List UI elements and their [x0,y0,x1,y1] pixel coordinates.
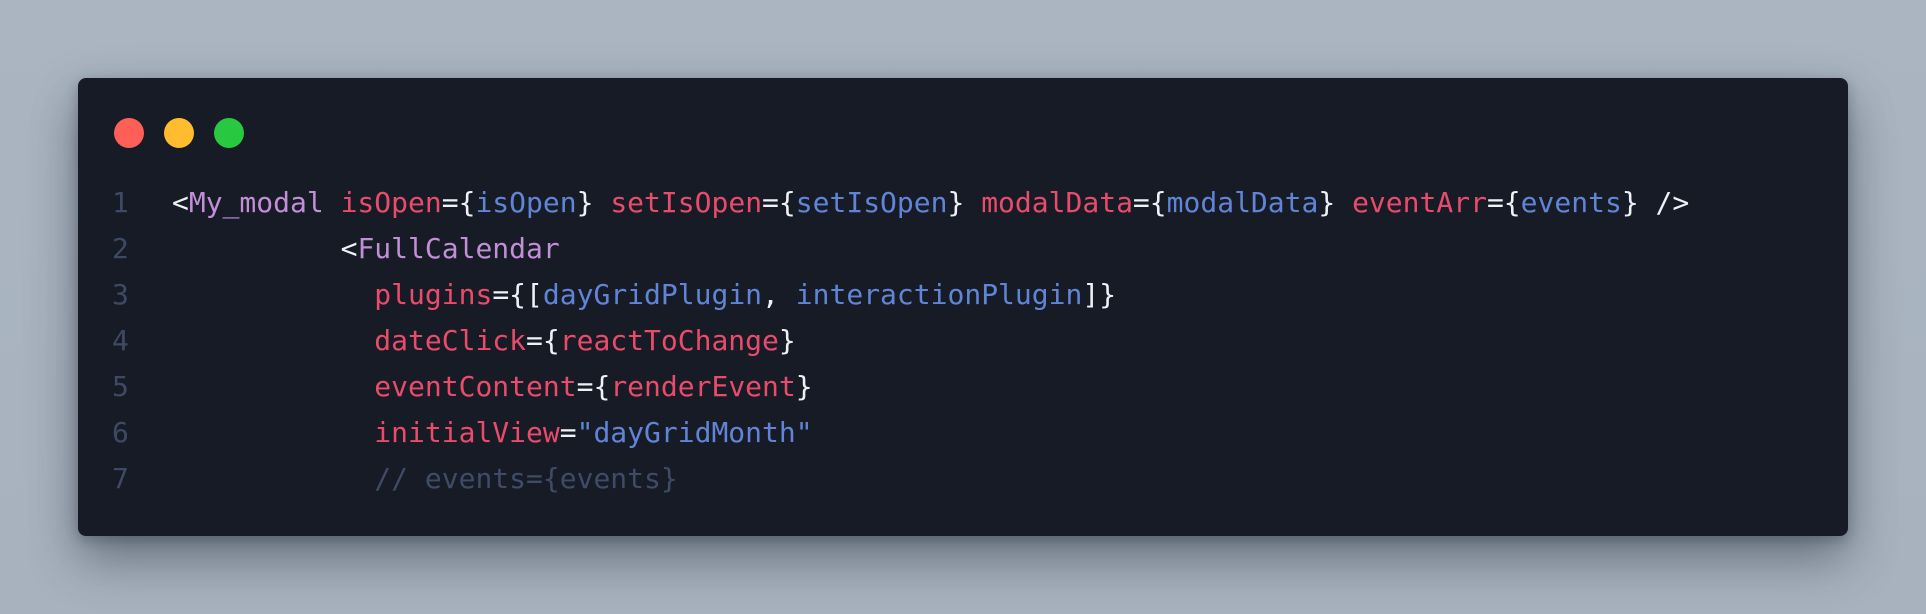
line-number: 2 [112,232,129,265]
code-line[interactable]: 6 initialView="dayGridMonth" [78,410,1848,456]
code-token-punct: < [172,232,358,265]
code-token-punct [324,186,341,219]
window-controls [114,118,264,148]
code-token-punct: = [559,416,577,449]
code-token-attr: dateClick [374,324,527,357]
code-line[interactable]: 5 eventContent={renderEvent} [78,364,1848,410]
code-token-punct: ={ [441,186,476,219]
code-line[interactable]: 2 <FullCalendar [78,226,1848,272]
code-token-attr: setIsOpen [610,186,763,219]
code-line[interactable]: 3 plugins={[dayGridPlugin, interactionPl… [78,272,1848,318]
code-token-punct: ={ [1132,186,1167,219]
code-token-expr: dayGridPlugin [542,278,763,311]
code-token-punct [172,370,374,403]
code-line[interactable]: 7 // events={events} [78,456,1848,502]
code-line[interactable]: 4 dateClick={reactToChange} [78,318,1848,364]
line-number: 4 [112,324,129,357]
code-token-attr: reactToChange [559,324,779,357]
code-token-attr: eventContent [374,370,577,403]
code-token-punct: < [172,186,189,219]
code-line-content[interactable]: <My_modal isOpen={isOpen} setIsOpen={set… [170,180,1689,226]
code-token-punct [172,278,374,311]
code-token-punct: ={ [1486,186,1521,219]
minimize-dot-icon[interactable] [164,118,194,148]
code-window: 1 <My_modal isOpen={isOpen} setIsOpen={se… [78,78,1848,536]
code-token-comment: // events={events} [374,462,678,495]
close-dot-icon[interactable] [114,118,144,148]
code-token-expr: isOpen [475,186,577,219]
code-token-punct: , [762,278,796,311]
code-token-attr: modalData [981,186,1133,219]
code-token-punct: ]} [1082,278,1117,311]
code-token-punct: ={ [762,186,796,219]
code-line-content[interactable]: <FullCalendar [170,226,560,272]
code-token-punct: } [947,186,982,219]
line-number: 6 [112,416,129,449]
code-token-str: "dayGridMonth" [576,416,813,449]
code-token-expr: setIsOpen [795,186,948,219]
code-token-attr: plugins [374,278,493,311]
code-token-attr: renderEvent [610,370,796,403]
code-token-punct: ={ [576,370,611,403]
code-token-punct: } [795,370,813,403]
code-token-punct: ={ [526,324,560,357]
code-token-attr: isOpen [340,186,442,219]
code-line[interactable]: 1 <My_modal isOpen={isOpen} setIsOpen={se… [78,180,1848,226]
code-token-tag: FullCalendar [357,232,560,265]
zoom-dot-icon[interactable] [214,118,244,148]
code-line-content[interactable]: plugins={[dayGridPlugin, interactionPlug… [170,272,1116,318]
code-token-punct: ={[ [492,278,543,311]
code-editor[interactable]: 1 <My_modal isOpen={isOpen} setIsOpen={se… [78,180,1848,502]
code-token-punct [172,462,374,495]
code-line-content[interactable]: // events={events} [170,456,678,502]
code-token-expr: interactionPlugin [795,278,1083,311]
line-number: 1 [112,186,129,219]
code-token-expr: modalData [1166,186,1319,219]
code-token-punct: } [576,186,611,219]
code-token-punct: } [1318,186,1353,219]
code-token-attr: initialView [374,416,560,449]
code-token-attr: eventArr [1352,186,1487,219]
line-number: 5 [112,370,129,403]
code-token-punct: } [778,324,796,357]
code-token-punct [172,324,374,357]
line-number: 3 [112,278,129,311]
code-line-content[interactable]: initialView="dayGridMonth" [170,410,813,456]
screenshot-background: 1 <My_modal isOpen={isOpen} setIsOpen={se… [0,0,1926,614]
code-token-punct [172,416,374,449]
code-token-expr: events [1520,186,1622,219]
code-line-content[interactable]: dateClick={reactToChange} [170,318,796,364]
code-token-punct: } /> [1621,186,1690,219]
code-line-content[interactable]: eventContent={renderEvent} [170,364,813,410]
line-number: 7 [112,462,129,495]
code-token-tag: My_modal [188,186,324,219]
